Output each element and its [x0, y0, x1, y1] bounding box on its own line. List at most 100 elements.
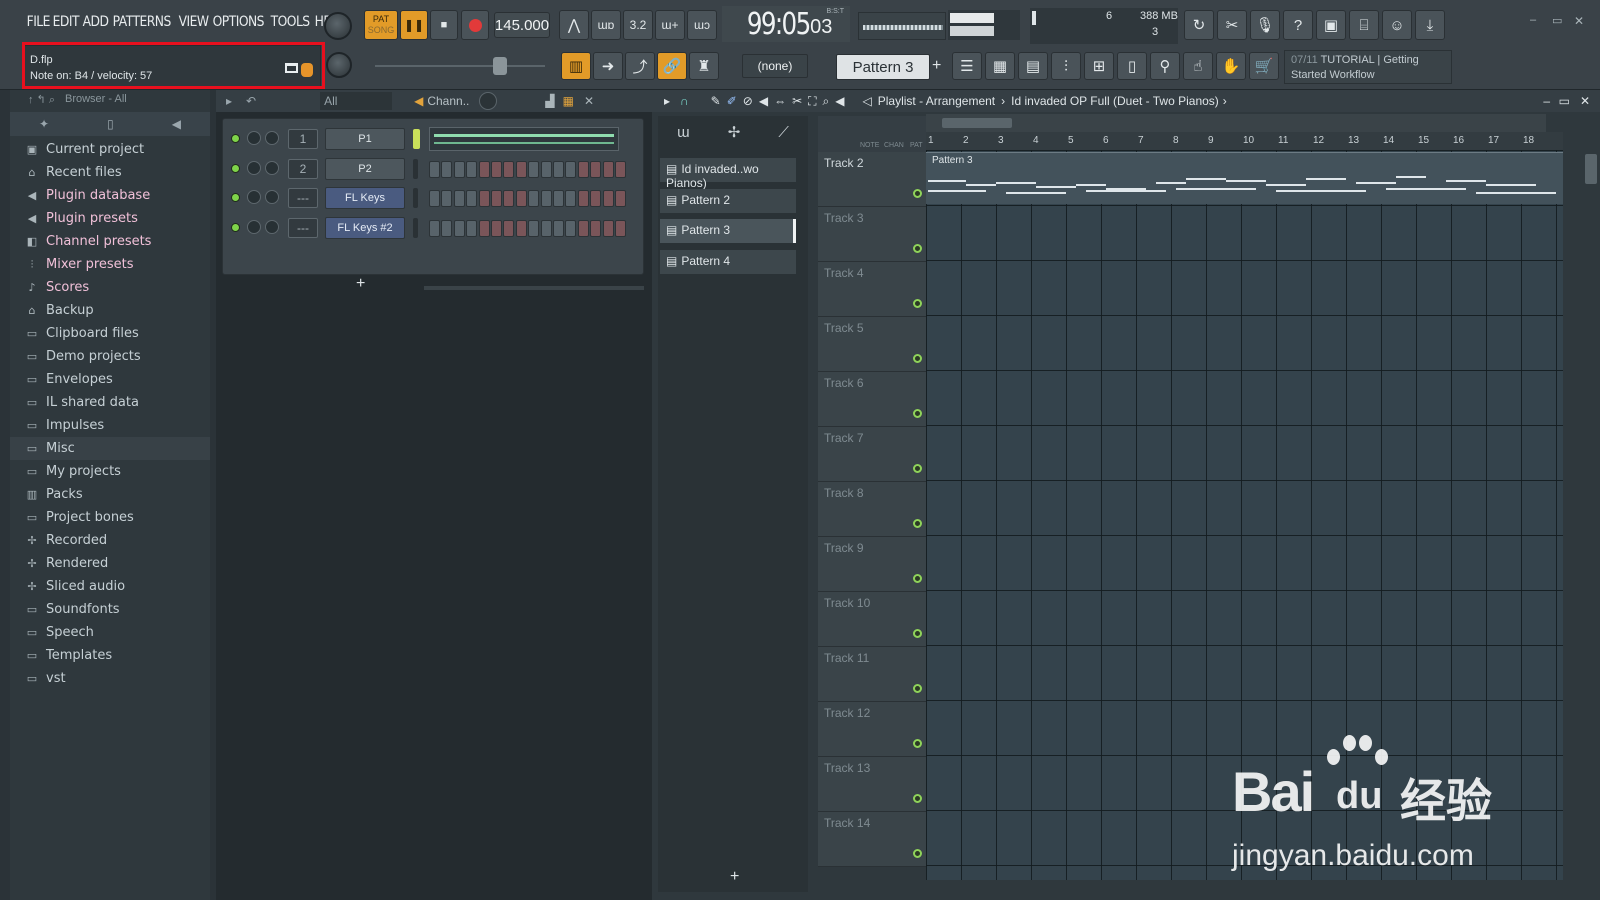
browser-item[interactable]: ✢ Recorded	[10, 529, 210, 552]
touch-keyboard-icon[interactable]: ☝	[1183, 52, 1213, 80]
channel-mute-led[interactable]	[231, 193, 240, 202]
track-mute-led[interactable]	[913, 354, 922, 363]
track-header[interactable]: Track 14	[818, 812, 930, 867]
step-button[interactable]	[453, 160, 465, 178]
step-button[interactable]	[553, 160, 564, 178]
track-header[interactable]: Track 6	[818, 372, 930, 427]
snap-selector[interactable]: (none)	[742, 54, 808, 78]
channel-select-indicator[interactable]	[413, 129, 420, 149]
microphone-icon[interactable]: 🎙	[1250, 10, 1280, 40]
track-header[interactable]: Track 3	[818, 207, 930, 262]
step-button[interactable]	[453, 190, 465, 207]
step-button[interactable]	[515, 219, 527, 237]
step-button[interactable]	[577, 219, 589, 237]
browser-item[interactable]: ◧ Channel presets	[10, 230, 210, 253]
metronome-button[interactable]: ⋀	[559, 10, 589, 40]
mute-icon[interactable]: ◀	[759, 94, 768, 108]
step-button[interactable]	[553, 190, 564, 207]
picker-automation-icon[interactable]: ⟋	[778, 124, 789, 141]
zoom-icon[interactable]: ⌕	[823, 94, 830, 109]
step-button[interactable]	[577, 190, 589, 207]
song-position-display[interactable]: 99:05 03 B:S:T	[722, 6, 850, 42]
track-mute-led[interactable]	[913, 189, 922, 198]
step-button[interactable]	[540, 160, 552, 178]
link-icon[interactable]: 🔗	[657, 52, 687, 80]
browser-item[interactable]: ▭ Project bones	[10, 506, 210, 529]
menu-view[interactable]: VIEW	[176, 14, 211, 30]
step-button[interactable]	[429, 190, 440, 207]
step-button[interactable]	[528, 160, 540, 178]
browser-item[interactable]: ▭ Clipboard files	[10, 322, 210, 345]
step-button[interactable]	[553, 219, 564, 237]
step-button[interactable]	[615, 219, 626, 237]
browser-item[interactable]: ▣ Current project	[10, 138, 210, 161]
step-button[interactable]	[491, 190, 502, 207]
step-button[interactable]	[478, 190, 490, 207]
browser-item[interactable]: ✢ Rendered	[10, 552, 210, 575]
timeline-ruler[interactable]: 1 2 3 4 5 6 7 8 9 10 11 12 13 14 15 16 17 18	[926, 132, 1563, 150]
channel-name-button[interactable]: FL Keys #2	[325, 216, 405, 239]
step-button[interactable]	[453, 219, 465, 237]
step-button[interactable]	[466, 160, 478, 178]
mixer-window-icon[interactable]: ⫶	[1051, 52, 1081, 80]
playlist-minimize-button[interactable]: –	[1543, 94, 1550, 108]
download-icon[interactable]: ⤓	[1415, 10, 1445, 40]
hand-icon[interactable]: ✋	[1216, 52, 1246, 80]
pattern-selector[interactable]: Pattern 3	[836, 54, 930, 80]
step-button[interactable]	[602, 160, 614, 178]
rack-undo-icon[interactable]: ↶	[246, 94, 256, 108]
maximize-button[interactable]: ▭	[1552, 14, 1566, 28]
channel-mute-led[interactable]	[231, 163, 240, 173]
track-mute-led[interactable]	[913, 684, 922, 693]
step-button[interactable]	[590, 219, 602, 237]
pattern-list-item[interactable]: ▤ Id invaded..wo Pianos)	[660, 158, 796, 190]
browser-item[interactable]: ⌂ Recent files	[10, 161, 210, 184]
channel-piano-roll-preview[interactable]	[429, 127, 619, 151]
track-header[interactable]: Track 9	[818, 537, 930, 592]
track-header[interactable]: Track 4	[818, 262, 930, 317]
browser-item[interactable]: ▭ IL shared data	[10, 391, 210, 414]
browser-item[interactable]: ⫶ Mixer presets	[10, 253, 210, 276]
track-mute-led[interactable]	[913, 794, 922, 803]
shop-icon[interactable]: 🛒	[1249, 52, 1279, 80]
channel-volume-knob[interactable]	[247, 160, 261, 175]
channel-volume-knob[interactable]	[247, 131, 261, 145]
track-mute-led[interactable]	[913, 244, 922, 253]
browser-item[interactable]: ▭ Soundfonts	[10, 598, 210, 621]
browser-item[interactable]: ▭ Speech	[10, 621, 210, 644]
step-button[interactable]	[590, 190, 602, 207]
track-header[interactable]: Track 7	[818, 427, 930, 482]
chat-icon[interactable]: ☺	[1382, 10, 1412, 40]
step-button[interactable]	[503, 190, 515, 207]
cut-tool-icon[interactable]: ✂	[1217, 10, 1247, 40]
track-mute-led[interactable]	[913, 409, 922, 418]
channel-mixer-track[interactable]: 1	[288, 129, 318, 149]
browser-item[interactable]: ▭ My projects	[10, 460, 210, 483]
step-button[interactable]	[441, 219, 453, 237]
close-button[interactable]: ✕	[1574, 14, 1588, 28]
browser-nav-icon[interactable]: ↑ ↰ ⌕	[28, 93, 55, 109]
step-button[interactable]	[429, 160, 440, 178]
menu-options[interactable]: OPTIONS	[210, 14, 267, 30]
stamp-icon[interactable]: ♜	[689, 52, 719, 80]
brush-icon[interactable]: ✐	[727, 94, 737, 108]
step-button[interactable]	[466, 219, 478, 237]
menu-file[interactable]: FILE	[24, 14, 53, 30]
slip-icon[interactable]: ⇔	[774, 94, 786, 108]
news-panel[interactable]: 07/11 TUTORIAL | Getting Started Workflo…	[1284, 50, 1452, 84]
channel-select-indicator[interactable]	[413, 158, 418, 179]
rack-filter[interactable]: All	[320, 92, 393, 110]
step-button[interactable]	[565, 219, 577, 237]
step-button[interactable]	[590, 160, 602, 178]
track-header[interactable]: Track 10	[818, 592, 930, 647]
tempo-display[interactable]: 145.000	[494, 12, 550, 38]
undo-history-icon[interactable]: ↻	[1184, 10, 1214, 40]
track-mute-led[interactable]	[913, 574, 922, 583]
menu-patterns[interactable]: PATTERNS	[110, 14, 173, 30]
step-button[interactable]	[441, 190, 453, 207]
menu-add[interactable]: ADD	[80, 14, 111, 30]
step-button[interactable]	[528, 190, 540, 207]
plugin-picker-icon[interactable]: ⚲	[1150, 52, 1180, 80]
step-button[interactable]	[466, 190, 478, 207]
track-mute-led[interactable]	[913, 739, 922, 748]
